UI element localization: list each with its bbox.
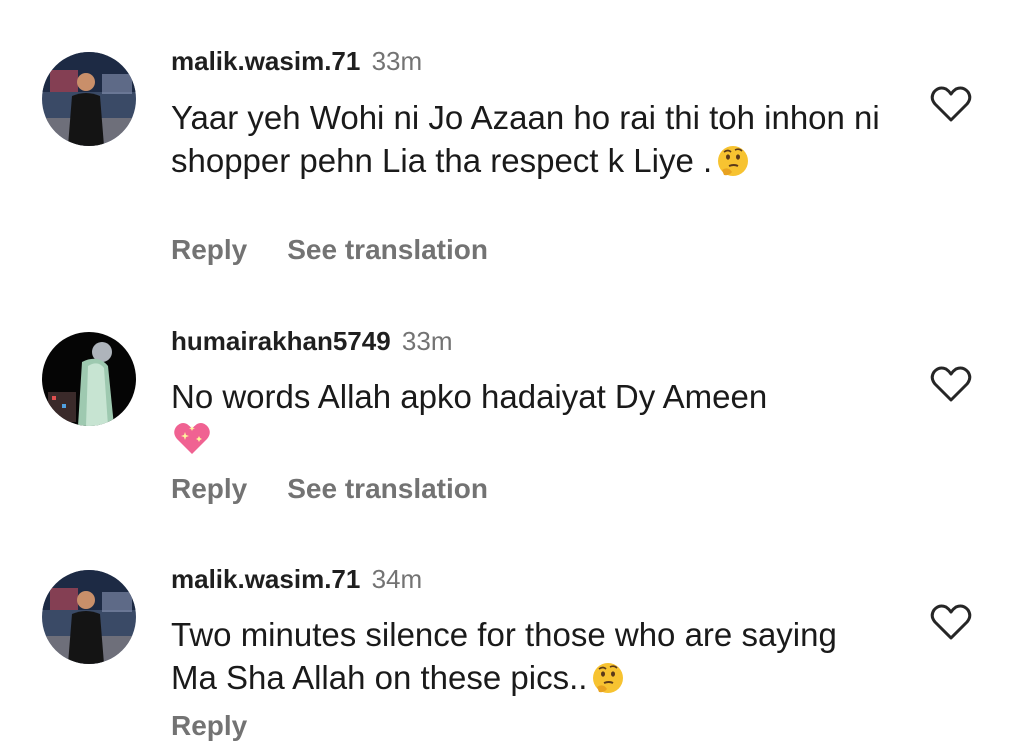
- reply-button[interactable]: Reply: [171, 710, 247, 741]
- heart-outline-icon[interactable]: [929, 602, 973, 642]
- comment-body: Yaar yeh Wohi ni Jo Azaan ho rai thi toh…: [171, 99, 880, 179]
- avatar-image: [42, 52, 136, 146]
- username[interactable]: malik.wasim.71: [171, 564, 360, 594]
- timestamp: 33m: [401, 326, 453, 356]
- sparkling-heart-emoji: [171, 418, 213, 468]
- timestamp: 34m: [371, 564, 423, 594]
- comment-meta: malik.wasim.71 34m: [171, 564, 422, 594]
- avatar[interactable]: [42, 332, 136, 426]
- comment-actions: Reply: [171, 710, 247, 742]
- comment-text: No words Allah apko hadaiyat Dy Ameen: [171, 375, 891, 468]
- timestamp: 33m: [371, 46, 423, 76]
- avatar-image: [42, 332, 136, 426]
- reply-button[interactable]: Reply: [171, 473, 247, 504]
- comment-text: Two minutes silence for those who are sa…: [171, 613, 891, 705]
- heart-outline-icon[interactable]: [929, 364, 973, 404]
- reply-button[interactable]: Reply: [171, 234, 247, 265]
- thinking-face-emoji: [591, 661, 625, 705]
- avatar[interactable]: [42, 52, 136, 146]
- avatar-image: [42, 570, 136, 664]
- avatar[interactable]: [42, 570, 136, 664]
- username[interactable]: humairakhan5749: [171, 326, 391, 356]
- username[interactable]: malik.wasim.71: [171, 46, 360, 76]
- see-translation-button[interactable]: See translation: [287, 234, 488, 265]
- thinking-face-emoji: [716, 144, 750, 188]
- comment-body: Two minutes silence for those who are sa…: [171, 616, 837, 696]
- heart-outline-icon[interactable]: [929, 84, 973, 124]
- comment-actions: Reply See translation: [171, 234, 488, 266]
- comment-meta: malik.wasim.71 33m: [171, 46, 422, 76]
- comment-actions: Reply See translation: [171, 473, 488, 505]
- comment-body: No words Allah apko hadaiyat Dy Ameen: [171, 378, 768, 415]
- comment-meta: humairakhan5749 33m: [171, 326, 452, 356]
- see-translation-button[interactable]: See translation: [287, 473, 488, 504]
- comment-text: Yaar yeh Wohi ni Jo Azaan ho rai thi toh…: [171, 96, 891, 188]
